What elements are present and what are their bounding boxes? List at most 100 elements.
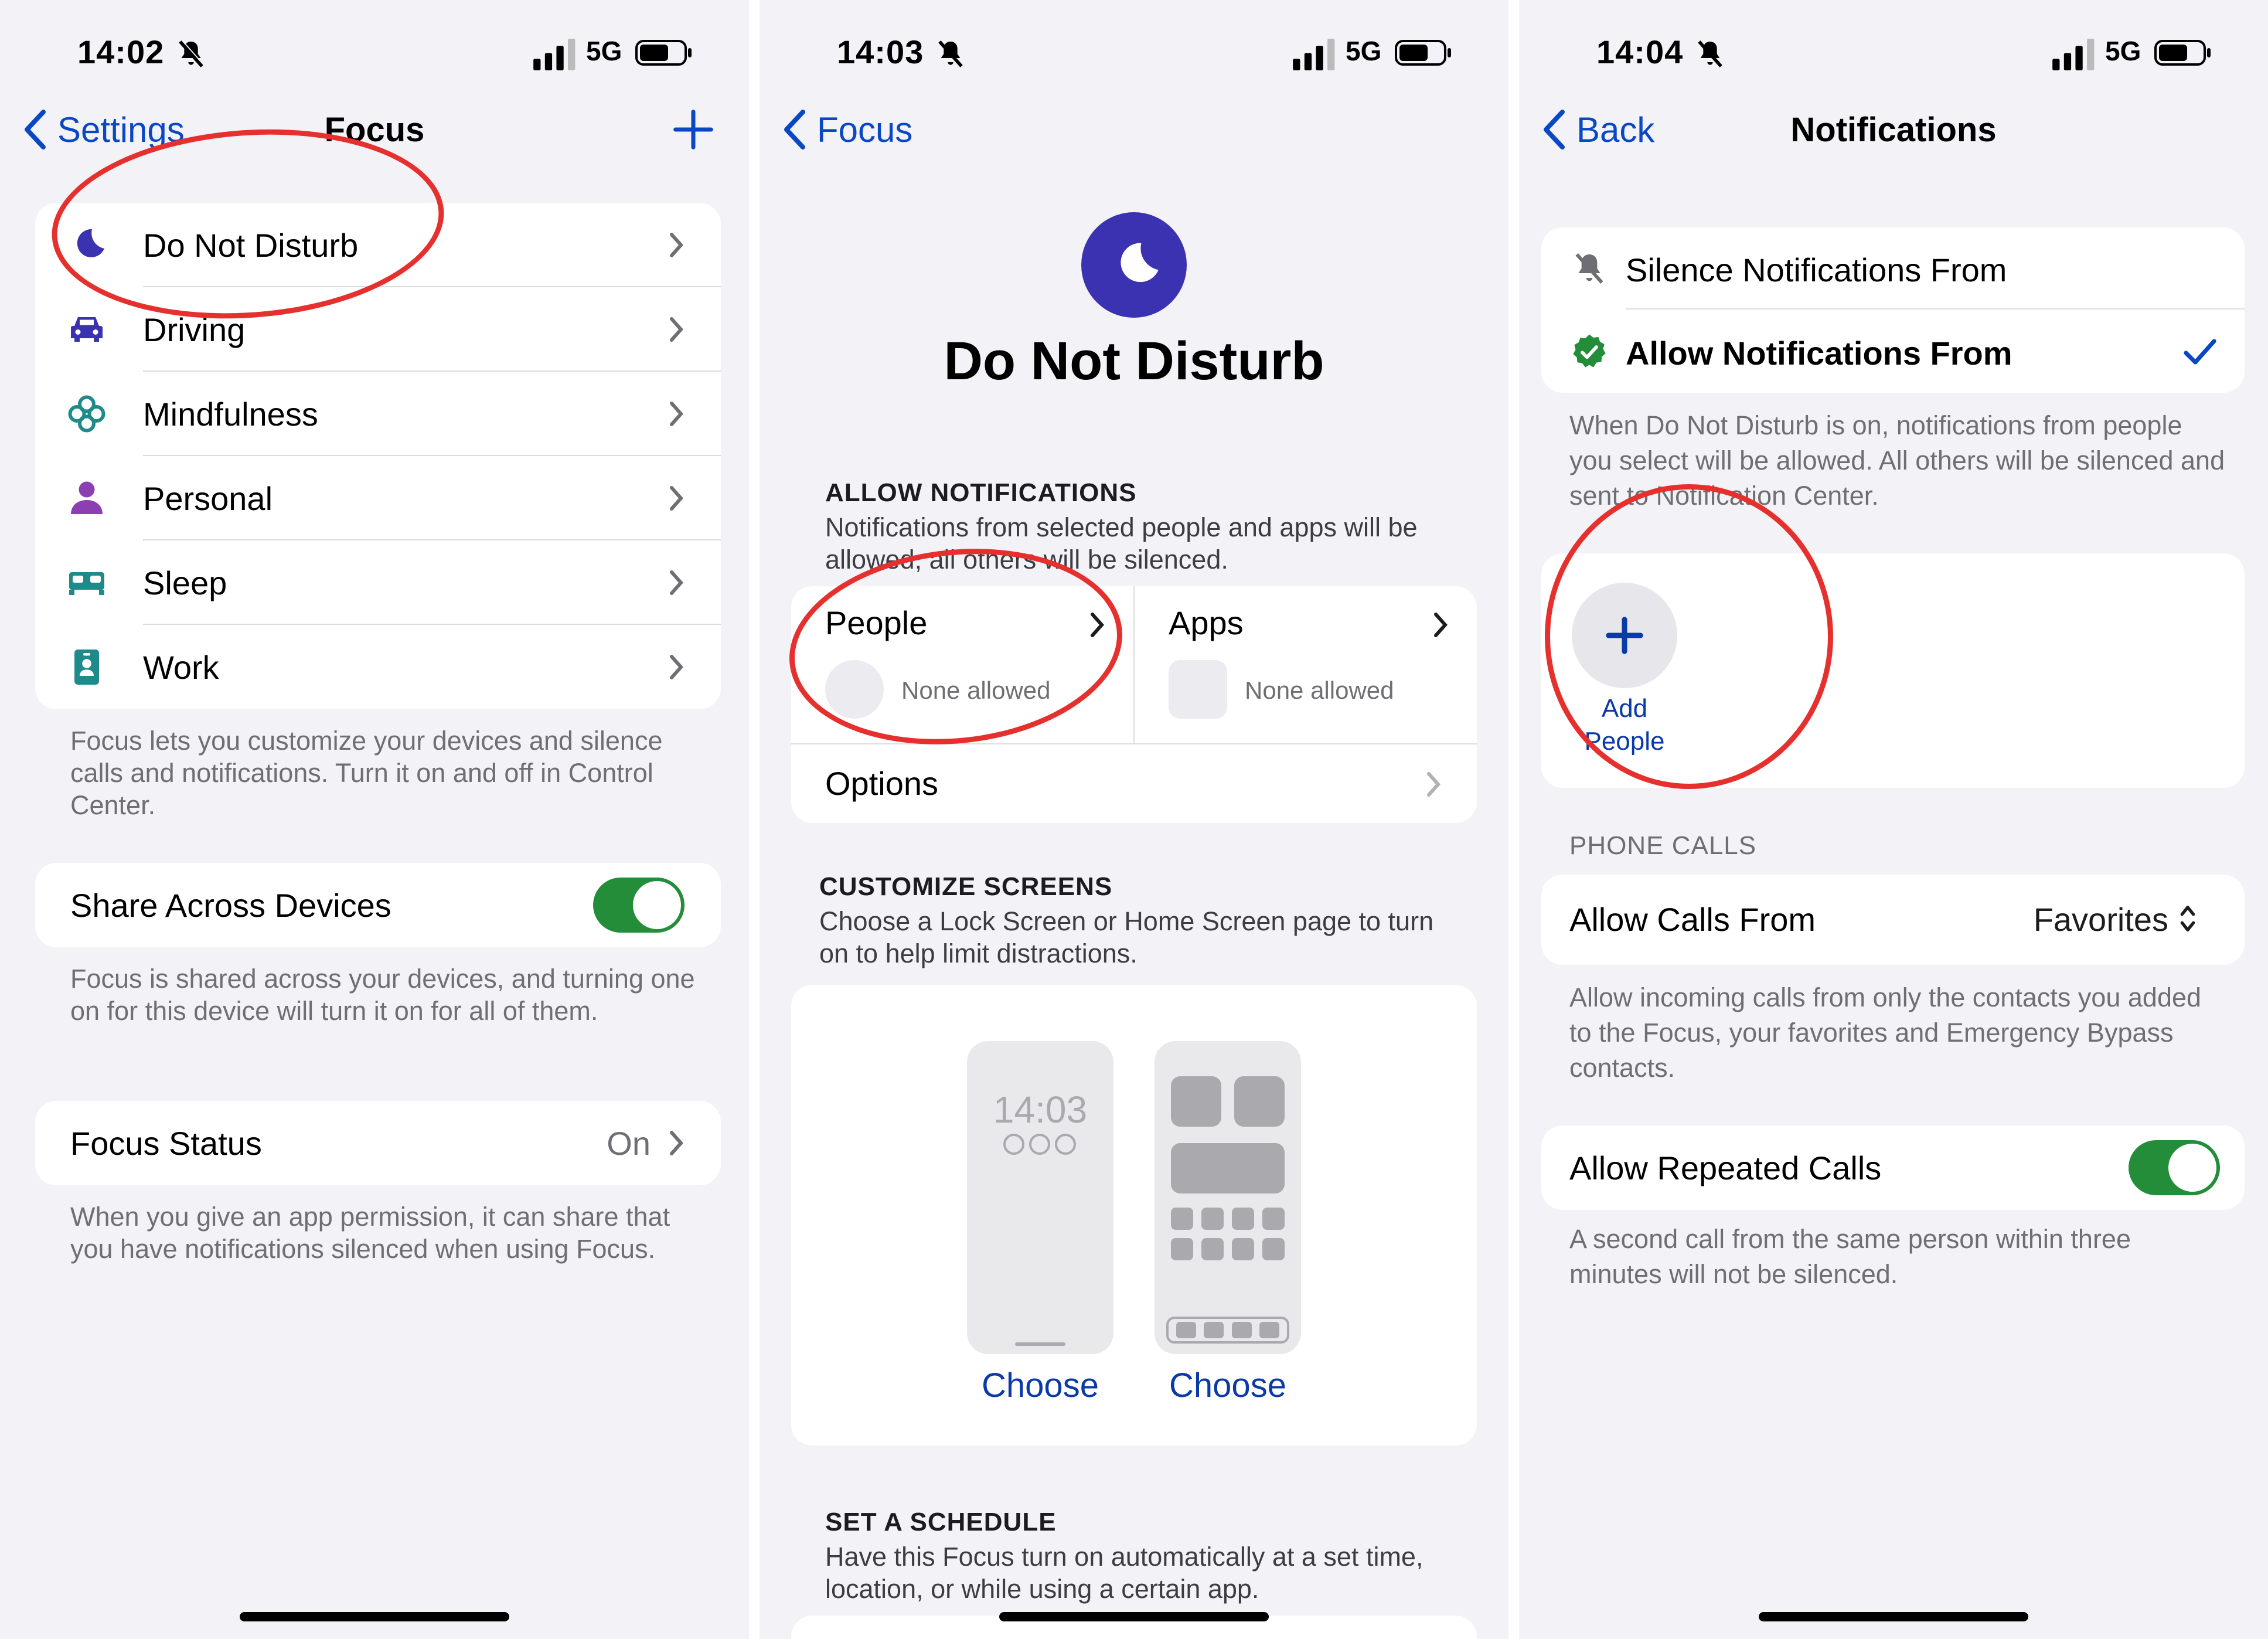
dnd-title: Do Not Disturb	[944, 331, 1324, 391]
nav-bar: Back Notifications	[1519, 100, 2268, 164]
allow-calls-value: Favorites	[2033, 901, 2168, 938]
person-icon	[71, 481, 103, 514]
customize-screens-card: 14:03 Choose Choose	[791, 985, 1477, 1446]
focus-status-footer: When you give an app permission, it can …	[70, 1202, 670, 1264]
chevron-right-icon	[670, 402, 684, 426]
annotation-circle-add-people	[1545, 484, 1833, 789]
focus-item-label: Personal	[143, 480, 273, 517]
silence-notifications-option[interactable]: Silence Notifications From	[1541, 227, 2245, 310]
status-time: 14:04	[1596, 33, 1684, 70]
moon-icon	[1121, 243, 1159, 283]
apps-value: None allowed	[1245, 676, 1394, 704]
battery-icon	[1395, 40, 1451, 66]
do-not-disturb-screen: 14:03 5G Focus Do Not Disturb ALLOW NOTI…	[760, 0, 1508, 1639]
battery-icon	[635, 40, 692, 66]
lock-screen-time: 14:03	[993, 1089, 1088, 1131]
focus-settings-screen: 14:02 5G Settings Focus Do Not Disturb D…	[0, 0, 749, 1639]
home-screen-preview[interactable]	[1155, 1041, 1301, 1354]
share-label: Share Across Devices	[70, 887, 391, 924]
bell-slash-icon	[1575, 253, 1603, 284]
home-indicator	[1759, 1612, 2028, 1621]
back-label: Focus	[817, 110, 913, 149]
focus-item-personal[interactable]: Personal	[35, 456, 721, 540]
apps-icon-placeholder	[1169, 660, 1227, 719]
focus-item-mindfulness[interactable]: Mindfulness	[35, 372, 721, 456]
dnd-header-icon	[1081, 212, 1187, 318]
allow-calls-row[interactable]: Allow Calls From Favorites	[1541, 875, 2245, 965]
focus-item-work[interactable]: Work	[35, 625, 721, 709]
focus-item-sleep[interactable]: Sleep	[35, 540, 721, 625]
choose-lock-screen-button[interactable]: Choose	[967, 1366, 1113, 1405]
share-footer: Focus is shared across your devices, and…	[70, 964, 695, 1026]
options-label: Options	[825, 765, 938, 802]
cellular-signal-icon	[1293, 39, 1335, 70]
focus-item-label: Sleep	[143, 564, 227, 601]
schedule-header: SET A SCHEDULE	[825, 1508, 1057, 1536]
apps-label: Apps	[1169, 604, 1244, 641]
status-bar: 14:02 5G	[0, 27, 749, 80]
chevron-right-icon	[670, 486, 684, 511]
back-button[interactable]: Focus	[783, 108, 912, 151]
choose-home-screen-button[interactable]: Choose	[1155, 1366, 1301, 1405]
bell-slash-icon	[938, 40, 963, 67]
page-title: Focus	[324, 111, 425, 149]
chevron-right-icon	[1434, 613, 1448, 637]
chevron-right-icon	[670, 655, 684, 679]
lock-screen-preview[interactable]: 14:03	[967, 1041, 1113, 1354]
options-row[interactable]: Options	[791, 744, 1477, 823]
checkmark-icon	[2184, 339, 2216, 365]
up-down-chevron-icon	[2180, 906, 2195, 931]
home-indicator	[240, 1612, 509, 1621]
customize-screens-sub: Choose a Lock Screen or Home Screen page…	[819, 906, 1434, 968]
bell-slash-icon	[1698, 40, 1722, 67]
customize-screens-header: CUSTOMIZE SCREENS	[819, 872, 1113, 901]
focus-status-row[interactable]: Focus Status On	[35, 1101, 721, 1185]
dock-placeholder	[1166, 1317, 1289, 1344]
allow-notifications-header: ALLOW NOTIFICATIONS	[825, 478, 1137, 507]
repeated-calls-toggle[interactable]	[2129, 1140, 2220, 1195]
network-type: 5G	[586, 36, 622, 66]
repeat-label: Allow Repeated Calls	[1569, 1150, 1882, 1186]
cellular-signal-icon	[2052, 39, 2095, 70]
lock-screen-widgets	[1003, 1134, 1076, 1155]
calls-footer: Allow incoming calls from only the conta…	[1569, 982, 2202, 1083]
focus-status-value: On	[607, 1125, 651, 1162]
network-type: 5G	[1346, 36, 1382, 66]
silence-label: Silence Notifications From	[1626, 251, 2007, 288]
status-time: 14:02	[77, 33, 165, 70]
allow-label: Allow Notifications From	[1626, 335, 2012, 372]
badge-icon	[74, 650, 99, 685]
add-focus-button[interactable]	[673, 109, 714, 150]
repeat-footer: A second call from the same person withi…	[1569, 1224, 2131, 1289]
bell-slash-icon	[179, 39, 205, 67]
apps-tile[interactable]: Apps None allowed	[1135, 586, 1477, 743]
verified-check-icon	[1573, 334, 1606, 368]
phone-calls-header: PHONE CALLS	[1569, 831, 1757, 860]
home-indicator	[999, 1612, 1269, 1621]
allow-repeated-calls-row: Allow Repeated Calls	[1541, 1125, 2245, 1210]
chevron-left-icon	[784, 110, 805, 149]
focus-footer: Focus lets you customize your devices an…	[70, 726, 663, 820]
status-time: 14:03	[837, 33, 924, 70]
battery-icon	[2154, 40, 2211, 66]
allow-calls-label: Allow Calls From	[1569, 901, 1816, 938]
bed-icon	[69, 572, 104, 595]
chevron-right-icon	[670, 317, 684, 342]
page-title: Notifications	[1790, 111, 1997, 149]
car-icon	[71, 317, 103, 342]
schedule-sub: Have this Focus turn on automatically at…	[825, 1542, 1424, 1604]
share-across-devices-row: Share Across Devices	[35, 863, 721, 947]
flower-icon	[68, 395, 105, 433]
nav-bar: Focus	[760, 100, 1508, 164]
cellular-signal-icon	[533, 39, 575, 70]
notification-mode-card: Silence Notifications From Allow Notific…	[1541, 227, 2245, 393]
chevron-right-icon	[670, 1131, 684, 1155]
focus-item-label: Mindfulness	[143, 395, 318, 433]
chevron-right-icon	[670, 233, 684, 257]
share-toggle[interactable]	[593, 878, 685, 933]
notifications-screen: 14:04 5G Back Notifications Silence Noti…	[1519, 0, 2268, 1639]
chevron-right-icon	[1427, 772, 1441, 797]
status-bar: 14:04 5G	[1519, 27, 2268, 80]
network-type: 5G	[2105, 36, 2141, 66]
allow-notifications-option[interactable]: Allow Notifications From	[1541, 311, 2245, 393]
